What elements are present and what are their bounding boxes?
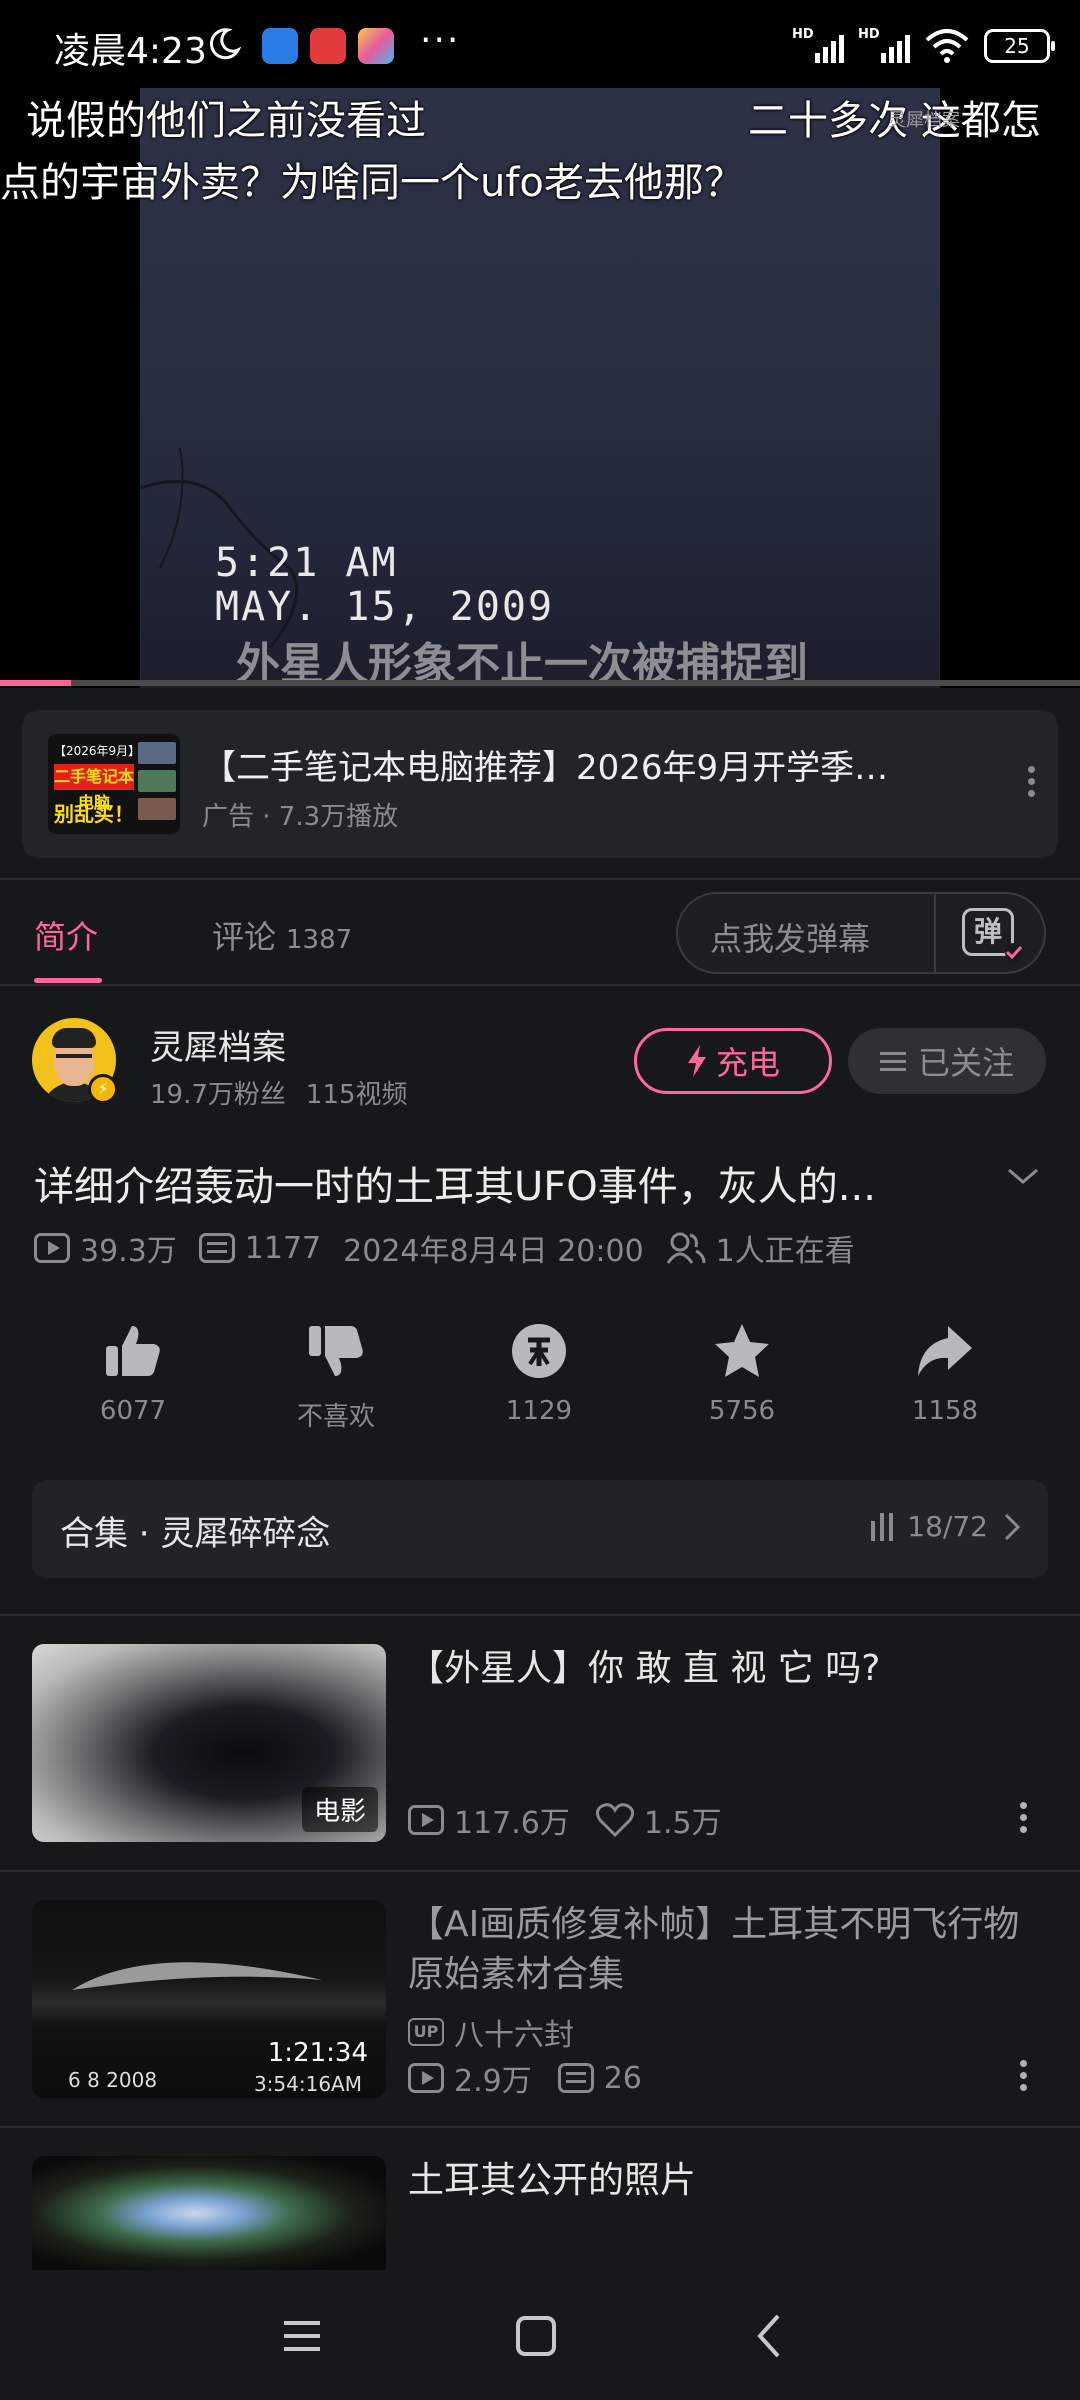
menu-icon[interactable] xyxy=(276,2310,328,2362)
heart-icon xyxy=(595,1803,634,1837)
progress-track[interactable] xyxy=(0,680,1080,686)
view-count: 39.3万 xyxy=(80,1234,177,1269)
video-meta: 39.3万 1177 2024年8月4日 20:00 1人正在看 xyxy=(34,1228,877,1269)
ad-card[interactable]: 【2026年9月】 二手笔记本电脑 别乱买！ 【二手笔记本电脑推荐】2026年9… xyxy=(22,710,1058,858)
play-count-icon xyxy=(408,2063,444,2093)
video-card-stats: 2.9万 26 xyxy=(408,2056,658,2100)
share-button[interactable]: 1158 xyxy=(870,1320,1020,1426)
danmaku-count-icon xyxy=(198,1233,235,1263)
play-count-icon xyxy=(34,1233,70,1263)
tab-intro[interactable]: 简介 xyxy=(34,912,98,958)
publish-date: 2024年8月4日 20:00 xyxy=(343,1234,644,1269)
lightning-icon xyxy=(687,1045,706,1077)
chevron-down-icon[interactable] xyxy=(1006,1164,1040,1188)
thumbs-up-icon xyxy=(106,1326,160,1376)
thumbnail-date: 6 8 2008 xyxy=(68,2068,158,2092)
ad-meta: 广告 · 7.3万播放 xyxy=(202,802,399,832)
check-icon xyxy=(1005,943,1023,961)
lightning-badge-icon: ⚡ xyxy=(88,1074,118,1104)
uploader-stats: 19.7万粉丝 115视频 xyxy=(150,1080,408,1110)
video-player[interactable]: 说假的他们之前没看过 二十多次 这都怎 灵犀档案 点的宇宙外卖？为啥同一个ufo… xyxy=(0,88,1080,688)
divider xyxy=(0,984,1080,986)
video-card-title[interactable]: 土耳其公开的照片 xyxy=(408,2156,1038,2206)
danmaku-comment: 说假的他们之前没看过 xyxy=(26,98,426,144)
danmaku-count: 1177 xyxy=(244,1230,322,1266)
video-thumbnail[interactable] xyxy=(32,2156,386,2270)
video-thumbnail[interactable]: 6 8 2008 3:54:16AM 1:21:34 xyxy=(32,1900,386,2098)
charge-button[interactable]: 充电 xyxy=(634,1028,832,1094)
more-options-icon[interactable] xyxy=(1020,2060,1028,2096)
watching-count: 1人正在看 xyxy=(715,1234,855,1269)
video-title[interactable]: 详细介绍轰动一时的土耳其UFO事件，灰人的... xyxy=(34,1154,876,1212)
video-card-title[interactable]: 【外星人】你 敢 直 视 它 吗? xyxy=(408,1644,1038,1694)
status-bar: 凌晨4:23 ··· HD HD 25 xyxy=(0,0,1080,88)
video-card-title[interactable]: 【AI画质修复补帧】土耳其不明飞行物原始素材合集 xyxy=(408,1900,1038,2000)
video-watermark: 灵犀档案 xyxy=(888,110,960,131)
app-notification-icon xyxy=(358,28,394,64)
coin-button[interactable]: 1129 xyxy=(464,1320,614,1426)
menu-icon xyxy=(879,1047,906,1076)
up-badge-icon: UP xyxy=(408,2018,444,2046)
divider xyxy=(0,878,1080,880)
thumbs-down-icon xyxy=(309,1326,363,1376)
tab-indicator xyxy=(34,978,102,983)
divider xyxy=(0,1870,1080,1872)
follow-button[interactable]: 已关注 xyxy=(848,1028,1046,1094)
ad-thumbnail: 【2026年9月】 二手笔记本电脑 别乱买！ xyxy=(48,734,180,834)
app-notification-icon xyxy=(310,28,346,64)
collection-title: 合集 · 灵犀碎碎念 xyxy=(60,1514,331,1554)
danmaku-count-icon xyxy=(557,2063,594,2093)
like-button[interactable]: 6077 xyxy=(58,1320,208,1426)
video-thumbnail[interactable]: 电影 xyxy=(32,1644,386,1842)
progress-fill xyxy=(0,680,72,686)
more-options-icon[interactable] xyxy=(1028,766,1036,802)
danmaku-toggle-button[interactable]: 弹 xyxy=(934,892,1046,974)
dislike-button[interactable]: 不喜欢 xyxy=(261,1320,411,1433)
signal-icon: HD xyxy=(858,27,910,65)
video-card-uploader: UP 八十六封 xyxy=(408,2010,574,2054)
thumbnail-time: 3:54:16AM xyxy=(253,2072,362,2096)
divider xyxy=(0,2126,1080,2128)
favorite-button[interactable]: 5756 xyxy=(667,1320,817,1426)
system-nav-bar xyxy=(0,2270,1080,2400)
chevron-right-icon xyxy=(1004,1513,1021,1540)
viewers-icon xyxy=(666,1232,706,1264)
category-tag: 电影 xyxy=(301,1787,378,1832)
ad-title: 【二手笔记本电脑推荐】2026年9月开学季… xyxy=(202,748,889,788)
collection-progress: 18/72 xyxy=(907,1510,988,1543)
signal-icon: HD xyxy=(792,27,844,65)
battery-icon: 25 xyxy=(984,29,1055,63)
status-time: 凌晨4:23 xyxy=(54,31,207,72)
video-timestamp-date: MAY. 15, 2009 xyxy=(215,584,555,630)
back-icon[interactable] xyxy=(744,2310,796,2362)
video-duration: 1:21:34 xyxy=(267,2038,368,2068)
divider xyxy=(0,1614,1080,1616)
play-count-icon xyxy=(408,1805,444,1835)
tab-comments[interactable]: 评论 1387 xyxy=(212,912,352,958)
moon-icon xyxy=(209,28,242,60)
star-icon xyxy=(715,1324,769,1377)
uploader-name[interactable]: 灵犀档案 xyxy=(150,1020,286,1069)
danmaku-comment: 点的宇宙外卖？为啥同一个ufo老去他那？ xyxy=(0,160,744,206)
wifi-icon xyxy=(925,29,969,63)
video-subtitle: 外星人形象不止一次被捕捉到 xyxy=(236,639,808,688)
collection-bar[interactable]: 合集 · 灵犀碎碎念 18/72 xyxy=(32,1480,1048,1578)
video-timestamp-time: 5:21 AM xyxy=(215,540,398,586)
comments-count: 1387 xyxy=(286,925,353,955)
coin-icon xyxy=(512,1324,566,1378)
share-icon xyxy=(918,1326,972,1376)
more-notifications-icon: ··· xyxy=(420,20,461,61)
app-notification-icon xyxy=(262,28,298,64)
video-card-stats: 117.6万 1.5万 xyxy=(408,1798,738,1842)
action-bar: 6077 不喜欢 1129 5756 1158 xyxy=(0,1320,1080,1440)
home-icon[interactable] xyxy=(510,2310,562,2362)
playlist-icon xyxy=(871,1512,894,1541)
more-options-icon[interactable] xyxy=(1020,1802,1028,1838)
